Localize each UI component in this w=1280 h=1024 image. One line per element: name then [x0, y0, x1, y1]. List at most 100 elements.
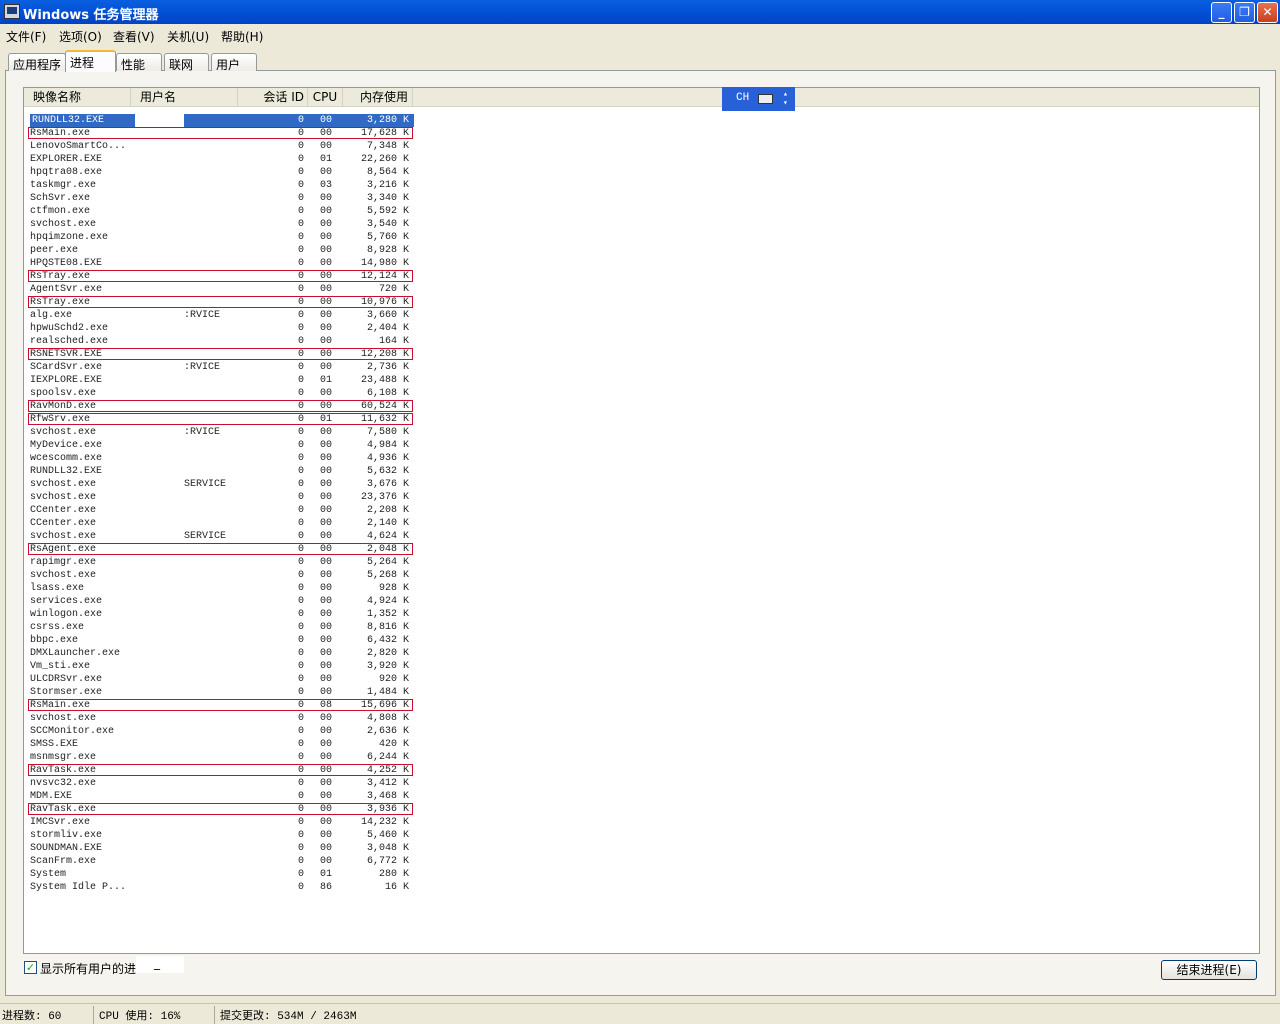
- end-process-button[interactable]: 结束进程(E): [1161, 960, 1257, 980]
- process-memory: 2,208 K: [366, 505, 409, 516]
- menu-shutdown[interactable]: 关机(U): [167, 28, 209, 45]
- process-row[interactable]: ScanFrm.exe 0 00 6,772 K: [24, 855, 444, 868]
- process-name: CCenter.exe: [30, 505, 97, 516]
- process-row[interactable]: nvsvc32.exe 0 00 3,412 K: [24, 777, 444, 790]
- process-row[interactable]: realsched.exe 0 00 164 K: [24, 335, 444, 348]
- menu-view[interactable]: 查看(V): [113, 28, 155, 45]
- process-list[interactable]: 映像名称 用户名 会话 ID CPU 内存使用 RUNDLL32.EXE 0 00 3…: [23, 87, 1260, 954]
- menu-options[interactable]: 选项(O): [59, 28, 102, 45]
- process-row[interactable]: hpqimzone.exe 0 00 5,760 K: [24, 231, 444, 244]
- process-row[interactable]: services.exe 0 00 4,924 K: [24, 595, 444, 608]
- column-session-id[interactable]: 会话 ID: [238, 88, 308, 106]
- process-row[interactable]: RUNDLL32.EXE 0 00 5,632 K: [24, 465, 444, 478]
- keyboard-icon[interactable]: [758, 94, 773, 104]
- column-user-name[interactable]: 用户名: [131, 88, 238, 106]
- process-row[interactable]: svchost.exe 0 00 5,268 K: [24, 569, 444, 582]
- process-name: wcescomm.exe: [30, 453, 103, 464]
- tab-applications[interactable]: 应用程序: [8, 53, 66, 72]
- process-row[interactable]: bbpc.exe 0 00 6,432 K: [24, 634, 444, 647]
- process-row[interactable]: System Idle P... 0 86 16 K: [24, 881, 444, 894]
- process-row[interactable]: RavTask.exe 0 00 4,252 K: [24, 764, 444, 777]
- tab-processes[interactable]: 进程: [65, 50, 116, 72]
- restore-button[interactable]: ❐: [1234, 2, 1255, 23]
- ime-language[interactable]: CH: [736, 92, 749, 104]
- process-row[interactable]: hpwuSchd2.exe 0 00 2,404 K: [24, 322, 444, 335]
- process-row[interactable]: svchost.exe SERVICE 0 00 4,624 K: [24, 530, 444, 543]
- process-row[interactable]: msnmsgr.exe 0 00 6,244 K: [24, 751, 444, 764]
- process-row[interactable]: RavMonD.exe 0 00 60,524 K: [24, 400, 444, 413]
- process-row[interactable]: Vm_sti.exe 0 00 3,920 K: [24, 660, 444, 673]
- status-cpu-usage: CPU 使用: 16%: [99, 1011, 181, 1023]
- show-all-users-label[interactable]: 显示所有用户的进: [40, 960, 136, 977]
- process-row[interactable]: RsMain.exe 0 08 15,696 K: [24, 699, 444, 712]
- process-row[interactable]: ctfmon.exe 0 00 5,592 K: [24, 205, 444, 218]
- minimize-button[interactable]: _: [1211, 2, 1232, 23]
- process-row[interactable]: DMXLauncher.exe 0 00 2,820 K: [24, 647, 444, 660]
- process-row[interactable]: MyDevice.exe 0 00 4,984 K: [24, 439, 444, 452]
- process-row[interactable]: winlogon.exe 0 00 1,352 K: [24, 608, 444, 621]
- column-image-name[interactable]: 映像名称: [24, 88, 131, 106]
- close-button[interactable]: ✕: [1257, 2, 1278, 23]
- column-memory[interactable]: 内存使用: [343, 88, 413, 106]
- process-row[interactable]: RSNETSVR.EXE 0 00 12,208 K: [24, 348, 444, 361]
- process-row[interactable]: IEXPLORE.EXE 0 01 23,488 K: [24, 374, 444, 387]
- process-name: MDM.EXE: [30, 791, 73, 802]
- process-name: EXPLORER.EXE: [30, 154, 103, 165]
- process-row[interactable]: EXPLORER.EXE 0 01 22,260 K: [24, 153, 444, 166]
- process-user: :RVICE: [184, 362, 221, 373]
- process-row[interactable]: RsTray.exe 0 00 10,976 K: [24, 296, 444, 309]
- process-row[interactable]: taskmgr.exe 0 03 3,216 K: [24, 179, 444, 192]
- process-row[interactable]: spoolsv.exe 0 00 6,108 K: [24, 387, 444, 400]
- process-row[interactable]: MDM.EXE 0 00 3,468 K: [24, 790, 444, 803]
- process-row[interactable]: RfwSrv.exe 0 01 11,632 K: [24, 413, 444, 426]
- process-row[interactable]: RsAgent.exe 0 00 2,048 K: [24, 543, 444, 556]
- menu-help[interactable]: 帮助(H): [221, 28, 263, 45]
- ime-language-bar[interactable]: CH ▴ ▾: [722, 87, 795, 111]
- process-memory: 8,564 K: [366, 167, 409, 178]
- process-row[interactable]: stormliv.exe 0 00 5,460 K: [24, 829, 444, 842]
- process-row[interactable]: SCardSvr.exe:RVICE 0 00 2,736 K: [24, 361, 444, 374]
- process-row[interactable]: SCCMonitor.exe 0 00 2,636 K: [24, 725, 444, 738]
- process-row[interactable]: peer.exe 0 00 8,928 K: [24, 244, 444, 257]
- process-name: ScanFrm.exe: [30, 856, 97, 867]
- process-memory: 420 K: [378, 739, 409, 750]
- process-row[interactable]: rapimgr.exe 0 00 5,264 K: [24, 556, 444, 569]
- process-row[interactable]: LenovoSmartCo... 0 00 7,348 K: [24, 140, 444, 153]
- tab-users[interactable]: 用户: [211, 53, 257, 72]
- process-row[interactable]: AgentSvr.exe 0 00 720 K: [24, 283, 444, 296]
- process-row[interactable]: svchost.exe 0 00 3,540 K: [24, 218, 444, 231]
- status-divider: [93, 1006, 94, 1024]
- process-row[interactable]: hpqtra08.exe 0 00 8,564 K: [24, 166, 444, 179]
- process-row[interactable]: RsTray.exe 0 00 12,124 K: [24, 270, 444, 283]
- menu-file[interactable]: 文件(F): [6, 28, 46, 45]
- process-row[interactable]: alg.exe:RVICE 0 00 3,660 K: [24, 309, 444, 322]
- process-row[interactable]: svchost.exe 0 00 23,376 K: [24, 491, 444, 504]
- process-cpu: 03: [320, 180, 333, 191]
- process-row[interactable]: HPQSTE08.EXE 0 00 14,980 K: [24, 257, 444, 270]
- process-row[interactable]: ULCDRSvr.exe 0 00 920 K: [24, 673, 444, 686]
- process-row[interactable]: Stormser.exe 0 00 1,484 K: [24, 686, 444, 699]
- process-memory: 5,268 K: [366, 570, 409, 581]
- process-row[interactable]: RavTask.exe 0 00 3,936 K: [24, 803, 444, 816]
- process-row[interactable]: svchost.exe:RVICE 0 00 7,580 K: [24, 426, 444, 439]
- process-row[interactable]: SMSS.EXE 0 00 420 K: [24, 738, 444, 751]
- process-row[interactable]: System 0 01 280 K: [24, 868, 444, 881]
- column-cpu[interactable]: CPU: [308, 88, 343, 106]
- tab-performance[interactable]: 性能: [116, 53, 162, 72]
- process-row[interactable]: svchost.exe 0 00 4,808 K: [24, 712, 444, 725]
- process-row[interactable]: wcescomm.exe 0 00 4,936 K: [24, 452, 444, 465]
- title-bar[interactable]: Windows 任务管理器 _ ❐ ✕: [0, 0, 1280, 24]
- process-row[interactable]: CCenter.exe 0 00 2,140 K: [24, 517, 444, 530]
- process-row[interactable]: SchSvr.exe 0 00 3,340 K: [24, 192, 444, 205]
- process-row[interactable]: SOUNDMAN.EXE 0 00 3,048 K: [24, 842, 444, 855]
- tab-networking[interactable]: 联网: [164, 53, 209, 72]
- process-row[interactable]: RsMain.exe 0 00 17,628 K: [24, 127, 444, 140]
- process-row[interactable]: svchost.exe SERVICE 0 00 3,676 K: [24, 478, 444, 491]
- ime-options-icon[interactable]: ▴ ▾: [783, 90, 788, 108]
- process-row[interactable]: CCenter.exe 0 00 2,208 K: [24, 504, 444, 517]
- process-row[interactable]: csrss.exe 0 00 8,816 K: [24, 621, 444, 634]
- process-row[interactable]: lsass.exe 0 00 928 K: [24, 582, 444, 595]
- process-row[interactable]: RUNDLL32.EXE 0 00 3,280 K: [24, 114, 444, 127]
- process-row[interactable]: IMCSvr.exe 0 00 14,232 K: [24, 816, 444, 829]
- show-all-users-checkbox[interactable]: ✓: [24, 961, 37, 974]
